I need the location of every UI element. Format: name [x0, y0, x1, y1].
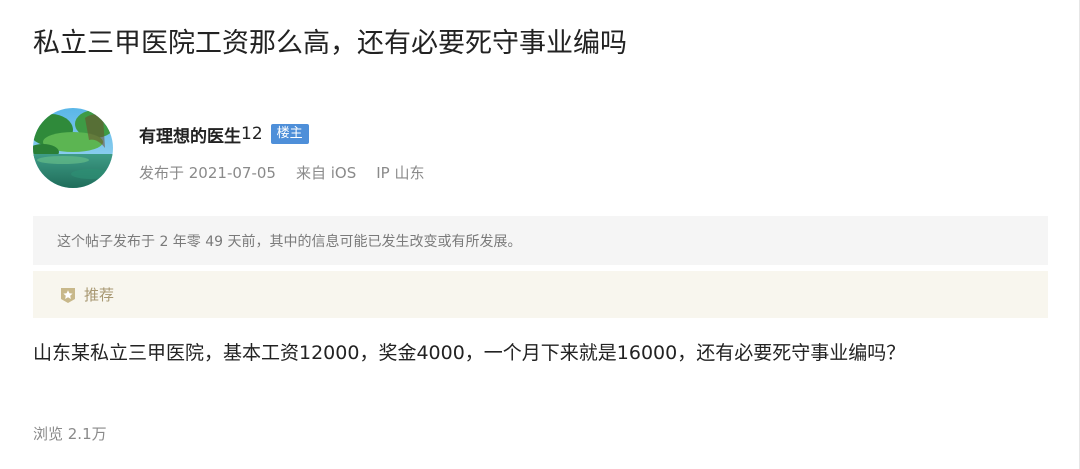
ip-location: IP 山东: [376, 164, 425, 182]
post-age-notice: 这个帖子发布于 2 年零 49 天前，其中的信息可能已发生改变或有所发展。: [33, 216, 1048, 265]
star-badge-icon: [61, 287, 75, 303]
author-name[interactable]: 有理想的医生: [139, 122, 241, 147]
post-title: 私立三甲医院工资那么高，还有必要死守事业编吗: [33, 28, 627, 59]
landscape-avatar-image: [33, 108, 113, 188]
post-meta: 发布于 2021-07-05 来自 iOS IP 山东: [139, 162, 424, 183]
post-source: 来自 iOS: [295, 164, 357, 182]
post-page: 私立三甲医院工资那么高，还有必要死守事业编吗 有理想的医生 12 楼主 发布于 …: [0, 0, 1080, 469]
recommend-label: 推荐: [84, 286, 115, 304]
view-count: 浏览 2.1万: [33, 425, 107, 443]
op-badge: 楼主: [270, 124, 309, 144]
notice-text: 这个帖子发布于 2 年零 49 天前，其中的信息可能已发生改变或有所发展。: [57, 233, 522, 250]
post-content: 山东某私立三甲医院，基本工资12000，奖金4000，一个月下来就是16000，…: [33, 342, 906, 364]
author-name-suffix[interactable]: 12: [241, 124, 263, 144]
publish-date: 发布于 2021-07-05: [139, 164, 276, 182]
author-line: 有理想的医生 12 楼主: [139, 120, 309, 148]
recommend-bar: 推荐: [33, 271, 1048, 318]
author-avatar[interactable]: [33, 108, 113, 188]
